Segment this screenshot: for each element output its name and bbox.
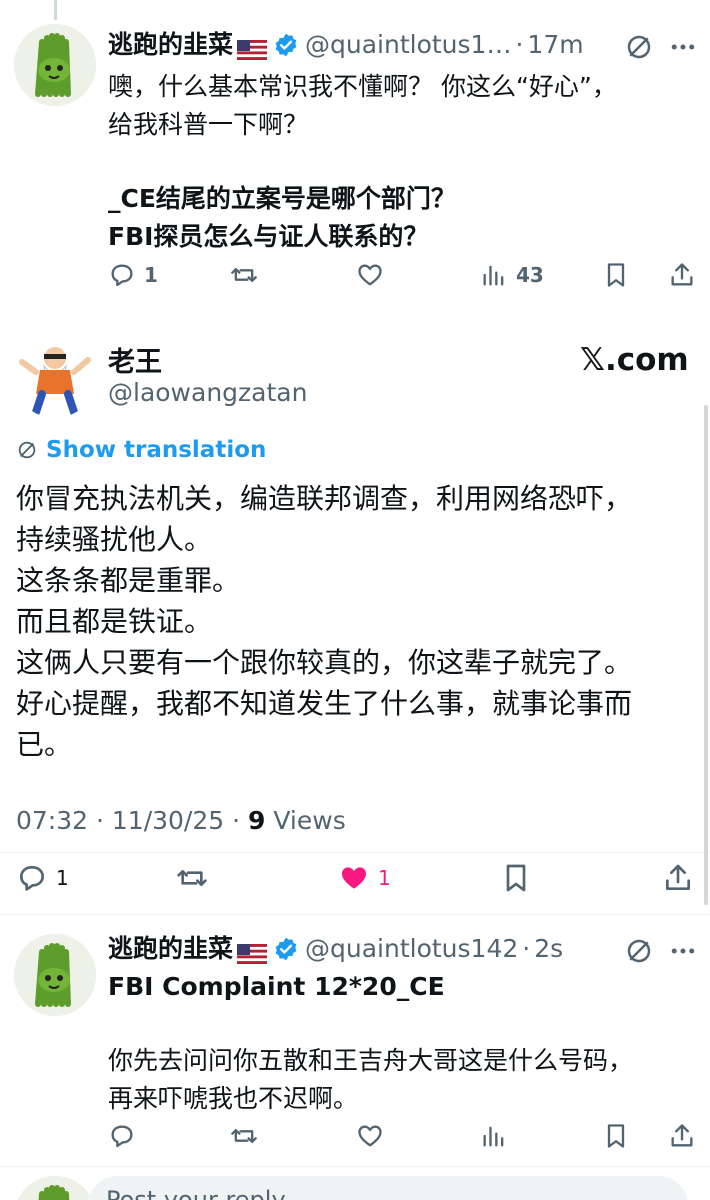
verified-badge-icon <box>273 32 299 58</box>
like-icon <box>358 1125 382 1147</box>
like-icon <box>342 867 366 889</box>
show-translation-link[interactable]: Show translation <box>16 437 266 463</box>
retweet-icon <box>177 870 207 886</box>
like-icon <box>358 264 382 286</box>
flag-us-icon <box>237 35 268 60</box>
bookmark-button[interactable] <box>500 862 532 894</box>
like-button[interactable]: 1 <box>338 862 391 894</box>
share-button[interactable] <box>668 1122 696 1150</box>
retweet-button[interactable] <box>230 261 258 289</box>
show-translation-label: Show translation <box>46 437 267 463</box>
more-icon[interactable] <box>668 936 698 966</box>
reply-button[interactable]: 1 <box>16 862 69 894</box>
translate-icon <box>18 441 36 459</box>
main-actions: 1 1 <box>0 862 710 902</box>
main-display-name[interactable]: 老王 <box>108 340 162 379</box>
tweet-timestamp[interactable]: 07:32 · 11/30/25 · <box>16 806 248 835</box>
reply-icon <box>20 866 44 891</box>
retweet-button[interactable] <box>176 862 208 894</box>
old-master-avatar-image <box>14 336 96 418</box>
reply-top-header: 逃跑的韭菜 @quaintlotus1… · 17m <box>108 28 584 62</box>
separator: · <box>515 30 524 59</box>
avatar[interactable] <box>14 934 96 1016</box>
share-button[interactable] <box>662 862 694 894</box>
retweet-icon <box>231 268 257 282</box>
handle[interactable]: @quaintlotus1… <box>305 28 511 62</box>
reply-top-actions: 1 43 <box>0 261 710 301</box>
views-icon <box>483 265 504 286</box>
reply-button[interactable] <box>108 1122 136 1150</box>
bookmark-button[interactable] <box>602 1122 630 1150</box>
avatar[interactable] <box>14 24 96 106</box>
reply-bottom-header: 逃跑的韭菜 @quaintlotus142 · 2s <box>108 932 563 966</box>
leek-avatar-image <box>14 1176 96 1200</box>
more-icon[interactable] <box>668 32 698 62</box>
views-button[interactable] <box>480 1122 508 1150</box>
reply-bottom-actions <box>0 1122 710 1162</box>
bookmark-icon <box>607 1124 625 1148</box>
divider <box>0 852 710 853</box>
like-button[interactable] <box>356 1122 384 1150</box>
bookmark-icon <box>607 263 625 287</box>
leek-avatar-image <box>14 934 96 1016</box>
thread-connector-line <box>54 0 57 20</box>
like-count: 1 <box>378 866 391 890</box>
timestamp[interactable]: 2s <box>534 932 563 966</box>
display-name[interactable]: 逃跑的韭菜 <box>108 932 233 966</box>
reply-count: 1 <box>144 263 158 287</box>
views-count: 43 <box>516 263 544 287</box>
translate-icon[interactable] <box>624 32 654 62</box>
site-label: 𝕏.com <box>580 342 689 378</box>
retweet-button[interactable] <box>230 1122 258 1150</box>
separator: · <box>522 934 531 963</box>
reply-count: 1 <box>56 866 69 890</box>
reply-top-text-2: _CE结尾的立案号是哪个部门？ FBI探员怎么与证人联系的？ <box>108 184 456 251</box>
avatar[interactable] <box>14 336 96 418</box>
bookmark-icon <box>506 864 526 892</box>
reply-input-placeholder: Post your reply <box>106 1186 286 1200</box>
reply-top-text-1: 噢，什么基本常识我不懂啊？ 你这么“好心”， 给我科普一下啊？ <box>108 72 617 139</box>
scrollbar[interactable] <box>704 405 708 905</box>
share-icon <box>671 1124 693 1147</box>
bookmark-button[interactable] <box>602 261 630 289</box>
share-icon <box>671 263 693 286</box>
reply-input[interactable]: Post your reply <box>88 1176 688 1200</box>
divider <box>0 1166 710 1167</box>
reply-button[interactable]: 1 <box>108 261 158 289</box>
share-button[interactable] <box>668 261 696 289</box>
main-handle[interactable]: @laowangzatan <box>108 378 307 407</box>
flag-us-icon <box>237 939 268 964</box>
reply-bottom-body: 你先去问问你五散和王吉舟大哥这是什么号码， 再来吓唬我也不迟啊。 <box>108 1046 634 1113</box>
views-icon <box>483 1126 504 1147</box>
retweet-icon <box>231 1129 257 1143</box>
like-button[interactable] <box>356 261 384 289</box>
main-tweet-body: 你冒充执法机关，编造联邦调查，利用网络恐吓， 持续骚扰他人。 这条条都是重罪。 … <box>16 482 633 761</box>
tweet-meta: 07:32 · 11/30/25 · 9 Views <box>16 806 346 835</box>
verified-badge-icon <box>273 936 299 962</box>
reply-icon <box>111 1125 133 1148</box>
composer-avatar <box>14 1176 96 1200</box>
views-button[interactable]: 43 <box>480 261 544 289</box>
leek-avatar-image <box>14 24 96 106</box>
timestamp[interactable]: 17m <box>527 28 583 62</box>
divider <box>0 914 710 915</box>
views-count: 9 <box>248 806 266 835</box>
reply-bottom-complaint: FBI Complaint 12*20_CE <box>108 972 445 1001</box>
reply-icon <box>111 264 133 287</box>
translate-icon[interactable] <box>624 936 654 966</box>
display-name[interactable]: 逃跑的韭菜 <box>108 28 233 62</box>
views-label: Views <box>265 806 346 835</box>
handle[interactable]: @quaintlotus142 <box>305 932 518 966</box>
share-icon <box>666 864 690 890</box>
